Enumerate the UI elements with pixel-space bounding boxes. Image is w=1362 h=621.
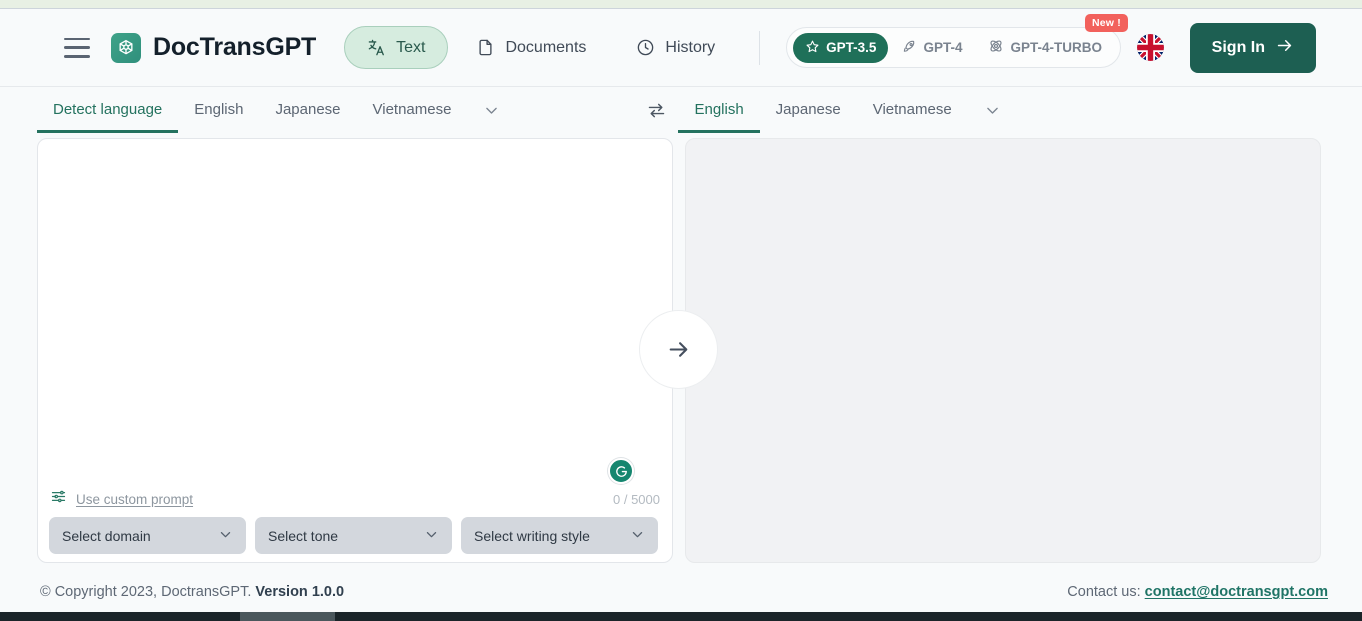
browser-top-strip — [0, 0, 1362, 9]
model-option-gpt4-label: GPT-4 — [923, 40, 963, 55]
new-badge: New ! — [1084, 14, 1128, 32]
source-tab-detect[interactable]: Detect language — [37, 88, 179, 133]
model-option-gpt35-label: GPT-3.5 — [826, 40, 877, 55]
select-tone-value: Select tone — [268, 527, 339, 544]
prompt-row: Use custom prompt 0 / 5000 — [50, 488, 660, 510]
sliders-icon — [50, 488, 67, 510]
use-custom-prompt-link[interactable]: Use custom prompt — [50, 488, 193, 510]
grammarly-icon[interactable] — [608, 458, 634, 484]
target-tab-japanese[interactable]: Japanese — [760, 88, 857, 133]
uk-flag-icon[interactable] — [1136, 34, 1164, 61]
sign-in-label: Sign In — [1211, 38, 1265, 56]
source-more-languages-chevron-down-icon[interactable] — [467, 88, 516, 133]
sign-in-button[interactable]: Sign In — [1189, 22, 1316, 73]
select-writing-style[interactable]: Select writing style — [461, 517, 658, 554]
source-language-tabs: Detect language English Japanese Vietnam… — [37, 88, 516, 133]
arrow-right-icon — [1275, 36, 1294, 60]
source-editor-panel: Use custom prompt 0 / 5000 Select domain… — [37, 138, 673, 563]
model-option-gpt4turbo-label: GPT-4-TURBO — [1010, 40, 1102, 55]
character-counter: 0 / 5000 — [613, 491, 660, 507]
select-domain-value: Select domain — [62, 527, 151, 544]
clock-icon — [636, 38, 655, 57]
swap-languages-icon[interactable] — [634, 88, 678, 133]
star-icon — [805, 39, 820, 57]
doctransgpt-logo-icon — [111, 32, 141, 63]
language-bar-gap — [516, 88, 634, 133]
target-language-tabs: English Japanese Vietnamese — [678, 88, 1016, 133]
app-header: DocTransGPT Text Documents History GPT-3… — [0, 9, 1362, 87]
target-output-panel[interactable] — [685, 138, 1321, 563]
atom-icon — [988, 38, 1004, 57]
nav-item-text[interactable]: Text — [344, 26, 449, 69]
source-tab-english[interactable]: English — [178, 88, 259, 133]
translate-button[interactable] — [639, 310, 718, 389]
document-icon — [476, 38, 495, 57]
model-option-gpt4turbo[interactable]: GPT-4-TURBO — [976, 32, 1114, 63]
option-selects: Select domain Select tone Select writing… — [49, 517, 658, 554]
select-domain-chevron-down-icon — [218, 527, 233, 545]
app-footer: © Copyright 2023, DoctransGPT. Version 1… — [0, 572, 1362, 612]
select-tone-chevron-down-icon — [424, 527, 439, 545]
target-tab-vietnamese[interactable]: Vietnamese — [857, 88, 968, 133]
source-tab-vietnamese[interactable]: Vietnamese — [357, 88, 468, 133]
contact-text: Contact us: contact@doctransgpt.com — [1067, 584, 1328, 600]
select-domain[interactable]: Select domain — [49, 517, 246, 554]
copyright-text: © Copyright 2023, DoctransGPT. Version 1… — [40, 584, 344, 600]
target-more-languages-chevron-down-icon[interactable] — [968, 88, 1017, 133]
rocket-icon — [902, 39, 917, 57]
app-screen: DocTransGPT Text Documents History GPT-3… — [0, 0, 1362, 621]
language-bar: Detect language English Japanese Vietnam… — [0, 88, 1362, 133]
nav-item-history[interactable]: History — [614, 27, 737, 68]
source-tab-japanese[interactable]: Japanese — [259, 88, 356, 133]
contact-email-link[interactable]: contact@doctransgpt.com — [1145, 584, 1328, 600]
nav-item-text-label: Text — [396, 38, 426, 56]
copyright-label: © Copyright 2023, DoctransGPT. — [40, 584, 252, 600]
header-divider — [759, 30, 761, 65]
use-custom-prompt-label: Use custom prompt — [76, 491, 194, 507]
nav-item-documents-label: Documents — [505, 38, 587, 56]
arrow-right-icon — [650, 321, 707, 378]
main-nav: Text Documents History — [344, 26, 737, 69]
select-writing-style-chevron-down-icon — [630, 527, 645, 545]
brand-title: DocTransGPT — [153, 33, 317, 61]
nav-item-history-label: History — [665, 38, 716, 56]
select-writing-style-value: Select writing style — [474, 527, 590, 544]
model-option-gpt4[interactable]: GPT-4 — [890, 33, 974, 63]
nav-item-documents[interactable]: Documents — [454, 27, 608, 68]
target-tab-english[interactable]: English — [678, 88, 760, 133]
contact-label: Contact us: — [1067, 584, 1141, 600]
translate-icon — [367, 38, 386, 57]
hamburger-menu-icon[interactable] — [64, 37, 90, 58]
version-label: Version 1.0.0 — [255, 584, 345, 600]
os-taskbar — [0, 612, 1362, 621]
model-selector: GPT-3.5 GPT-4 GPT-4-TURBO New ! — [786, 14, 1128, 68]
select-tone[interactable]: Select tone — [255, 517, 452, 554]
os-taskbar-active-window[interactable] — [240, 612, 335, 621]
model-option-gpt35[interactable]: GPT-3.5 — [793, 32, 889, 63]
